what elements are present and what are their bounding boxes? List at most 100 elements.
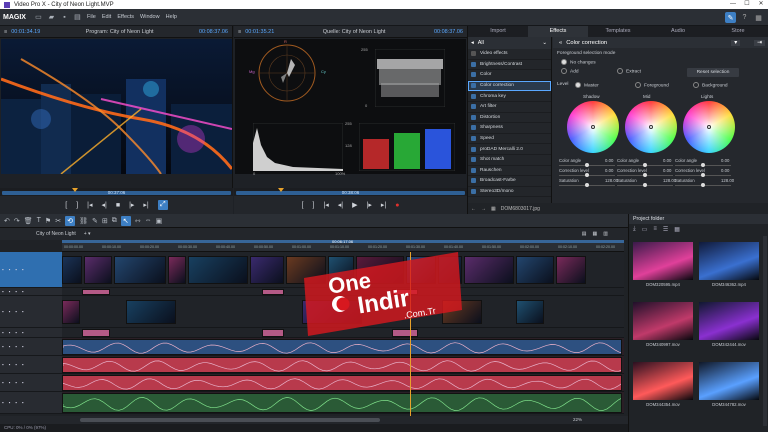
prev-frame-icon[interactable]: ◂| bbox=[338, 201, 343, 209]
video-clip[interactable] bbox=[556, 256, 586, 284]
fx-icon[interactable]: ▪ bbox=[22, 289, 24, 294]
chevron-down-icon[interactable]: ⌄ bbox=[542, 40, 547, 46]
nav-back-icon[interactable]: ← bbox=[471, 206, 476, 212]
video-clip[interactable] bbox=[302, 300, 362, 324]
shadow-color-wheel[interactable] bbox=[567, 101, 619, 153]
cut-icon[interactable]: ✂ bbox=[55, 217, 61, 225]
lock-icon[interactable]: ▪ bbox=[2, 309, 4, 314]
pin-close-icon[interactable]: ⇥ bbox=[754, 39, 765, 46]
mute-icon[interactable]: ▪ bbox=[9, 380, 11, 385]
menu-file[interactable]: File bbox=[87, 14, 96, 20]
video-clip[interactable] bbox=[84, 256, 112, 284]
minimize-button[interactable]: — bbox=[726, 0, 740, 9]
fx-icon[interactable]: ▪ bbox=[22, 400, 24, 405]
mark-out-icon[interactable]: ] bbox=[76, 202, 78, 209]
effect-item[interactable]: Stereo3D/mono bbox=[468, 187, 551, 198]
track-lane[interactable] bbox=[62, 356, 624, 374]
adjust-slider[interactable] bbox=[675, 183, 731, 187]
media-thumbnail[interactable] bbox=[699, 242, 759, 280]
fullscreen-icon[interactable]: ⤢ bbox=[157, 200, 168, 210]
tab-effects[interactable]: Effects bbox=[528, 26, 588, 37]
menu-icon[interactable]: ≡ bbox=[238, 29, 241, 35]
title-clip[interactable] bbox=[82, 329, 110, 337]
adjust-slider[interactable] bbox=[559, 163, 615, 167]
play-icon[interactable]: ▶ bbox=[352, 201, 357, 209]
track-header[interactable]: ▪ ▪ ▪ ▪ bbox=[0, 374, 62, 392]
lights-color-wheel[interactable] bbox=[683, 101, 735, 153]
video-clip[interactable] bbox=[188, 256, 248, 284]
wrench-icon[interactable]: ✎ bbox=[725, 12, 736, 23]
tab-store[interactable]: Store bbox=[708, 26, 768, 37]
lock-icon[interactable]: ▪ bbox=[2, 330, 4, 335]
mute-icon[interactable]: ▪ bbox=[9, 362, 11, 367]
fx-icon[interactable]: ▪ bbox=[22, 330, 24, 335]
title-clip[interactable] bbox=[82, 289, 110, 295]
video-clip[interactable] bbox=[356, 256, 404, 284]
video-clip[interactable] bbox=[62, 256, 82, 284]
menu-icon[interactable]: ≡ bbox=[4, 29, 7, 35]
grid-view-icon[interactable]: ▦ bbox=[491, 206, 496, 212]
delete-icon[interactable]: 🗑 bbox=[24, 217, 33, 225]
adjust-slider[interactable] bbox=[617, 183, 673, 187]
track-lane[interactable] bbox=[62, 392, 624, 414]
video-clip[interactable] bbox=[62, 300, 80, 324]
title-clip[interactable] bbox=[262, 289, 284, 295]
extract-radio[interactable]: Extract bbox=[617, 68, 641, 74]
stop-icon[interactable]: ■ bbox=[116, 202, 120, 209]
lock-icon[interactable]: ▪ bbox=[2, 362, 4, 367]
media-thumbnail[interactable] bbox=[633, 242, 693, 280]
add-radio[interactable]: Add bbox=[561, 68, 579, 74]
title-clip[interactable] bbox=[392, 329, 418, 337]
go-start-icon[interactable]: |◂ bbox=[323, 201, 328, 209]
track-lane[interactable] bbox=[62, 296, 624, 328]
playhead-line[interactable] bbox=[410, 252, 411, 422]
multicam-icon[interactable]: ▣ bbox=[156, 217, 163, 225]
go-start-icon[interactable]: |◂ bbox=[87, 201, 92, 209]
effect-item[interactable]: Chroma key bbox=[468, 91, 551, 102]
mid-color-wheel[interactable] bbox=[625, 101, 677, 153]
adjust-slider[interactable] bbox=[617, 173, 673, 177]
list-view-icon[interactable]: ☰ bbox=[663, 226, 668, 233]
adjust-slider[interactable] bbox=[559, 173, 615, 177]
mute-icon[interactable]: ▪ bbox=[9, 289, 11, 294]
track-header[interactable]: ▪ ▪ ▪ ▪ bbox=[0, 296, 62, 328]
audio-clip[interactable] bbox=[62, 339, 622, 355]
close-button[interactable]: ✕ bbox=[754, 0, 768, 9]
group-icon[interactable]: ⊞ bbox=[102, 217, 108, 225]
timeline-tab[interactable]: City of Neon Light bbox=[36, 231, 76, 237]
stretch-icon[interactable]: ⇔ bbox=[145, 217, 152, 224]
media-thumbnail[interactable] bbox=[699, 362, 759, 400]
level-master-radio[interactable]: Master bbox=[575, 82, 599, 88]
link-icon[interactable]: ⛓ bbox=[79, 217, 88, 225]
solo-icon[interactable]: ▪ bbox=[15, 267, 17, 272]
video-clip[interactable] bbox=[464, 256, 514, 284]
media-thumbnail[interactable] bbox=[699, 302, 759, 340]
no-changes-radio[interactable]: No changes bbox=[561, 59, 596, 65]
effect-item[interactable]: Video effects bbox=[468, 49, 551, 60]
mute-icon[interactable]: ▪ bbox=[9, 344, 11, 349]
mark-in-icon[interactable]: [ bbox=[302, 202, 304, 209]
next-frame-icon[interactable]: |▸ bbox=[367, 201, 372, 209]
timeline-view-icon[interactable]: ▦ bbox=[593, 231, 598, 237]
audio-clip[interactable] bbox=[62, 375, 622, 391]
prev-frame-icon[interactable]: ◂| bbox=[101, 201, 106, 209]
fx-icon[interactable]: ▪ bbox=[22, 344, 24, 349]
track-lane[interactable] bbox=[62, 338, 624, 356]
effect-item[interactable]: Distortion bbox=[468, 113, 551, 124]
snap-icon[interactable]: ⧉ bbox=[112, 217, 117, 225]
media-thumbnail[interactable] bbox=[633, 302, 693, 340]
track-lane[interactable] bbox=[62, 288, 624, 296]
track-lane[interactable] bbox=[62, 252, 624, 288]
menu-window[interactable]: Window bbox=[140, 14, 160, 20]
reset-selection-button[interactable]: Reset selection bbox=[687, 68, 739, 77]
maximize-button[interactable]: ☐ bbox=[740, 0, 754, 9]
menu-effects[interactable]: Effects bbox=[117, 14, 134, 20]
undo-icon[interactable]: ↶ bbox=[4, 217, 10, 225]
video-clip[interactable] bbox=[114, 256, 166, 284]
lock-icon[interactable]: ▪ bbox=[2, 400, 4, 405]
effect-item[interactable]: Shot match bbox=[468, 155, 551, 166]
solo-icon[interactable]: ▪ bbox=[15, 400, 17, 405]
menu-help[interactable]: Help bbox=[166, 14, 177, 20]
layout-icon[interactable]: ▦ bbox=[753, 12, 764, 23]
video-clip[interactable] bbox=[516, 256, 554, 284]
